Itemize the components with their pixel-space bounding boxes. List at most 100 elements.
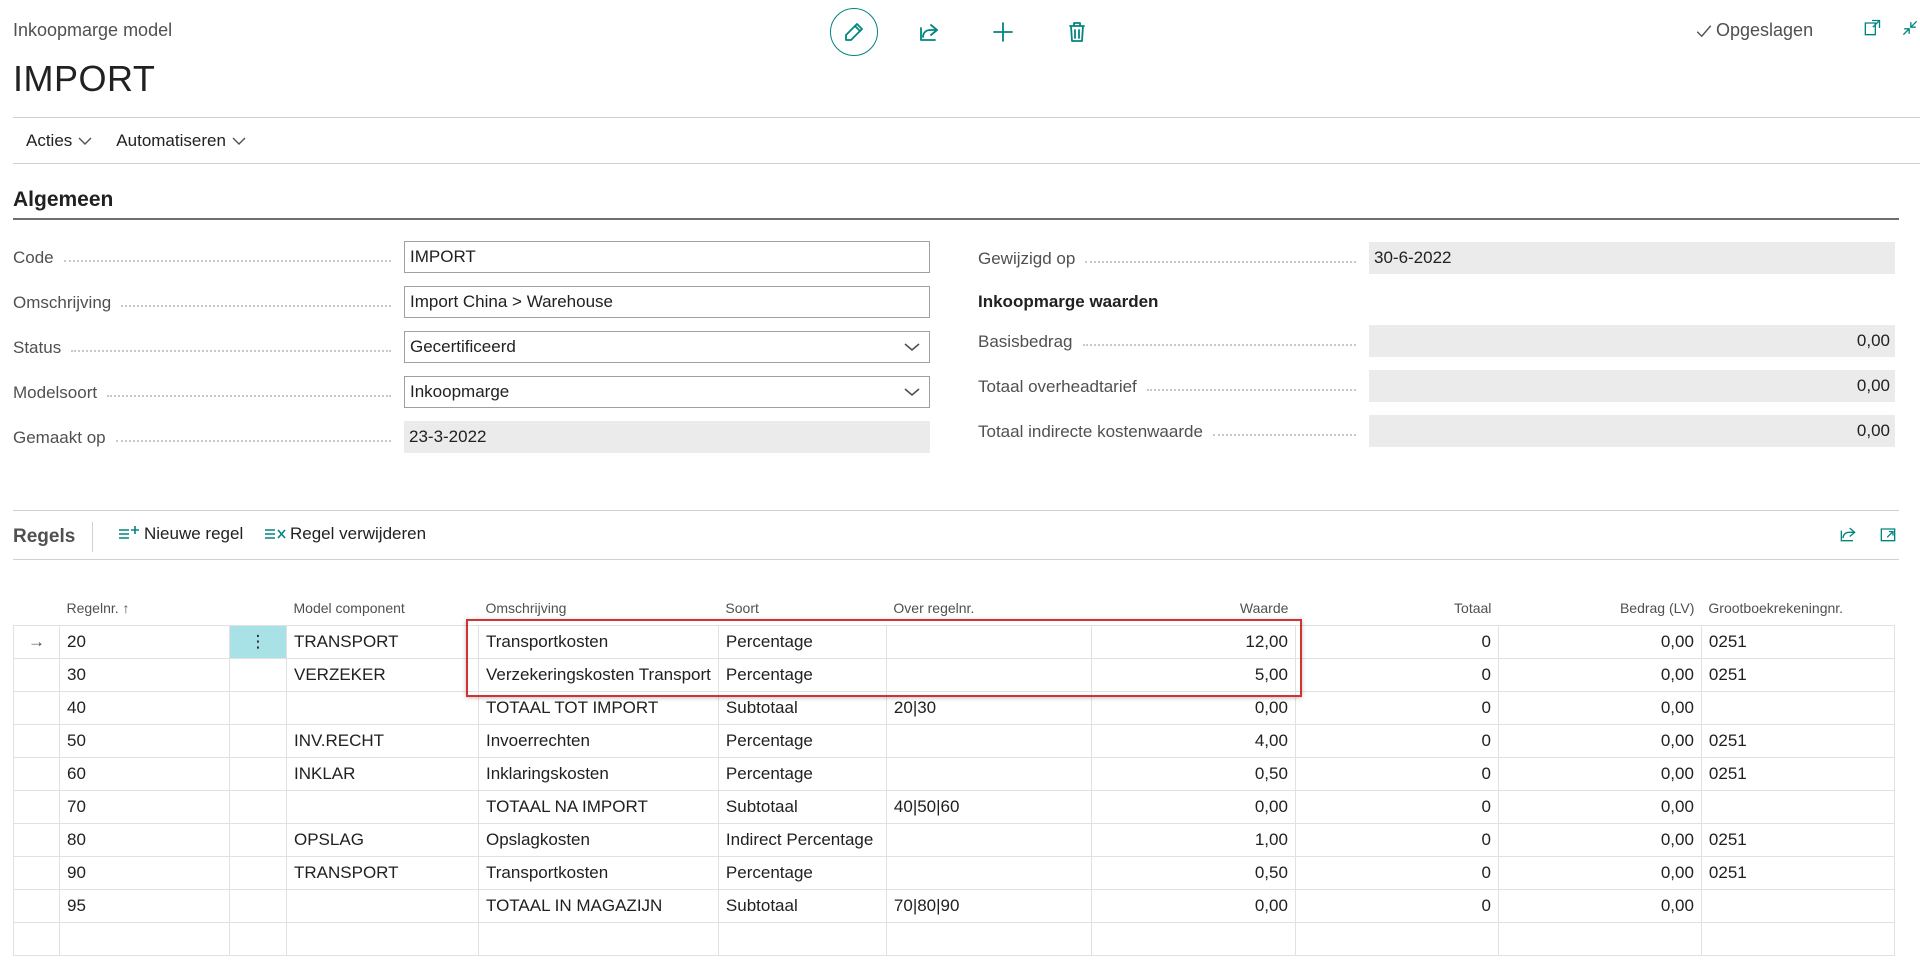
- cell-over-line[interactable]: [885, 856, 1092, 890]
- cell-amount[interactable]: 0,00: [1497, 625, 1702, 659]
- cell-total[interactable]: 0: [1294, 790, 1499, 824]
- row-selector[interactable]: [13, 790, 60, 824]
- cell-component[interactable]: OPSLAG: [286, 823, 479, 857]
- cell-value[interactable]: 0,00: [1090, 691, 1296, 725]
- empty-cell[interactable]: [59, 922, 230, 956]
- empty-cell[interactable]: [885, 922, 1092, 956]
- cell-type[interactable]: Percentage: [717, 856, 887, 890]
- cell-value[interactable]: 0,50: [1090, 757, 1296, 791]
- row-selector[interactable]: [13, 658, 60, 692]
- cell-component[interactable]: TRANSPORT: [286, 625, 479, 659]
- cell-description[interactable]: TOTAAL IN MAGAZIJN: [478, 889, 719, 923]
- table-row[interactable]: 50 INV.RECHT Invoerrechten Percentage 4,00 0 0…: [13, 724, 1895, 758]
- code-field[interactable]: IMPORT: [404, 241, 930, 273]
- row-selector[interactable]: [13, 691, 60, 725]
- col-over-line[interactable]: Over regelnr.: [886, 591, 1091, 626]
- cell-component[interactable]: INV.RECHT: [286, 724, 479, 758]
- row-menu-cell[interactable]: [229, 823, 287, 857]
- cell-gl-account[interactable]: 0251: [1700, 658, 1895, 692]
- cell-value[interactable]: 0,00: [1090, 889, 1296, 923]
- cell-over-line[interactable]: [885, 823, 1092, 857]
- delete-button[interactable]: [1054, 9, 1100, 55]
- row-menu-button[interactable]: ⋮: [229, 625, 287, 659]
- table-row-empty[interactable]: [13, 922, 1895, 956]
- section-title-general[interactable]: Algemeen: [13, 188, 113, 212]
- empty-cell[interactable]: [1497, 922, 1702, 956]
- cell-type[interactable]: Indirect Percentage: [717, 823, 887, 857]
- cell-gl-account[interactable]: 0251: [1700, 856, 1895, 890]
- cell-description[interactable]: Invoerrechten: [478, 724, 719, 758]
- row-menu-cell[interactable]: [229, 757, 287, 791]
- cell-description[interactable]: TOTAAL TOT IMPORT: [478, 691, 719, 725]
- row-selector[interactable]: [13, 889, 60, 923]
- empty-cell[interactable]: [286, 922, 479, 956]
- empty-cell[interactable]: [1090, 922, 1296, 956]
- row-menu-cell[interactable]: [229, 658, 287, 692]
- model-type-select[interactable]: Inkoopmarge: [404, 376, 930, 408]
- col-component[interactable]: Model component: [287, 591, 479, 626]
- description-field[interactable]: Import China > Warehouse: [404, 286, 930, 318]
- cell-component[interactable]: TRANSPORT: [286, 856, 479, 890]
- cell-total[interactable]: 0: [1294, 757, 1499, 791]
- cell-amount[interactable]: 0,00: [1497, 658, 1702, 692]
- col-amount[interactable]: Bedrag (LV): [1498, 591, 1701, 626]
- empty-cell[interactable]: [13, 922, 60, 956]
- cell-description[interactable]: Verzekeringskosten Transport: [478, 658, 719, 692]
- cell-description[interactable]: TOTAAL NA IMPORT: [478, 790, 719, 824]
- cell-over-line[interactable]: [885, 625, 1092, 659]
- table-row[interactable]: 95 TOTAAL IN MAGAZIJN Subtotaal 70|80|90 0,0…: [13, 889, 1895, 923]
- cell-component[interactable]: VERZEKER: [286, 658, 479, 692]
- cell-gl-account[interactable]: [1700, 691, 1895, 725]
- cell-line-no[interactable]: 40: [59, 691, 230, 725]
- cell-description[interactable]: Inklaringskosten: [478, 757, 719, 791]
- cell-line-no[interactable]: 95: [59, 889, 230, 923]
- row-selector[interactable]: [13, 856, 60, 890]
- cell-value[interactable]: 1,00: [1090, 823, 1296, 857]
- cell-line-no[interactable]: 70: [59, 790, 230, 824]
- cell-gl-account[interactable]: 0251: [1700, 724, 1895, 758]
- cell-gl-account[interactable]: 0251: [1700, 823, 1895, 857]
- row-selector[interactable]: [13, 757, 60, 791]
- menu-automate[interactable]: Automatiseren: [116, 131, 246, 151]
- new-button[interactable]: [980, 9, 1026, 55]
- cell-type[interactable]: Subtotaal: [717, 790, 887, 824]
- delete-line-button[interactable]: Regel verwijderen: [264, 524, 426, 544]
- cell-amount[interactable]: 0,00: [1497, 856, 1702, 890]
- row-selector[interactable]: [13, 724, 60, 758]
- cell-component[interactable]: [286, 691, 479, 725]
- cell-amount[interactable]: 0,00: [1497, 691, 1702, 725]
- cell-value[interactable]: 4,00: [1090, 724, 1296, 758]
- empty-cell[interactable]: [478, 922, 719, 956]
- share-button[interactable]: [906, 9, 952, 55]
- cell-amount[interactable]: 0,00: [1497, 724, 1702, 758]
- col-total[interactable]: Totaal: [1295, 591, 1498, 626]
- cell-value[interactable]: 12,00: [1090, 625, 1296, 659]
- cell-amount[interactable]: 0,00: [1497, 823, 1702, 857]
- cell-over-line[interactable]: [885, 658, 1092, 692]
- cell-value[interactable]: 0,00: [1090, 790, 1296, 824]
- cell-component[interactable]: [286, 889, 479, 923]
- col-description[interactable]: Omschrijving: [479, 591, 719, 626]
- cell-gl-account[interactable]: 0251: [1700, 757, 1895, 791]
- empty-cell[interactable]: [229, 922, 287, 956]
- edit-button[interactable]: [830, 8, 878, 56]
- table-row[interactable]: 70 TOTAAL NA IMPORT Subtotaal 40|50|60 0,00 0…: [13, 790, 1895, 824]
- cell-amount[interactable]: 0,00: [1497, 889, 1702, 923]
- cell-value[interactable]: 0,50: [1090, 856, 1296, 890]
- cell-line-no[interactable]: 90: [59, 856, 230, 890]
- col-gl-account[interactable]: Grootboekrekeningnr.: [1701, 591, 1894, 626]
- table-row[interactable]: 80 OPSLAG Opslagkosten Indirect Percentage 1…: [13, 823, 1895, 857]
- cell-total[interactable]: 0: [1294, 658, 1499, 692]
- cell-type[interactable]: Percentage: [717, 757, 887, 791]
- cell-line-no[interactable]: 50: [59, 724, 230, 758]
- cell-over-line[interactable]: [885, 724, 1092, 758]
- cell-description[interactable]: Transportkosten: [478, 856, 719, 890]
- cell-amount[interactable]: 0,00: [1497, 790, 1702, 824]
- cell-type[interactable]: Percentage: [717, 658, 887, 692]
- table-row[interactable]: 30 VERZEKER Verzekeringskosten Transport Pe…: [13, 658, 1895, 692]
- cell-over-line[interactable]: [885, 757, 1092, 791]
- row-menu-cell[interactable]: [229, 889, 287, 923]
- empty-cell[interactable]: [717, 922, 887, 956]
- lines-share-button[interactable]: [1838, 524, 1862, 548]
- cell-gl-account[interactable]: [1700, 889, 1895, 923]
